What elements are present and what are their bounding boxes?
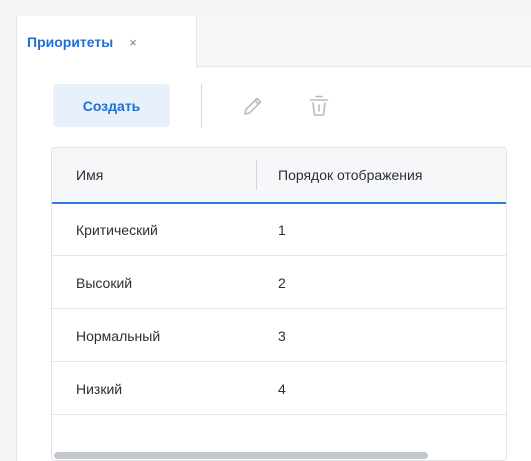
priorities-table: Имя Порядок отображения Критический 1 Вы… bbox=[51, 147, 507, 461]
create-button[interactable]: Создать bbox=[53, 84, 170, 127]
table-row[interactable]: Нормальный 3 bbox=[52, 310, 506, 362]
cell-name: Нормальный bbox=[76, 328, 161, 344]
app-frame: Приоритеты × Создать Имя Порядок отображ bbox=[16, 16, 531, 461]
cell-name: Низкий bbox=[76, 381, 123, 397]
table-row[interactable]: Высокий 2 bbox=[52, 257, 506, 309]
horizontal-scrollbar[interactable] bbox=[54, 450, 504, 460]
column-header-order[interactable]: Порядок отображения bbox=[278, 148, 506, 202]
cell-order: 2 bbox=[278, 275, 286, 291]
table-row[interactable]: Критический 1 bbox=[52, 204, 506, 256]
close-icon[interactable]: × bbox=[129, 36, 137, 49]
toolbar: Создать bbox=[53, 84, 531, 128]
tab-label: Приоритеты bbox=[27, 34, 114, 50]
cell-name: Критический bbox=[76, 222, 158, 238]
table-row[interactable]: Низкий 4 bbox=[52, 363, 506, 415]
scrollbar-thumb[interactable] bbox=[54, 452, 428, 459]
table-header: Имя Порядок отображения bbox=[52, 148, 506, 204]
toolbar-divider bbox=[201, 84, 202, 128]
pencil-icon[interactable] bbox=[241, 94, 265, 118]
column-separator[interactable] bbox=[256, 160, 257, 190]
column-header-name[interactable]: Имя bbox=[76, 148, 256, 202]
cell-order: 3 bbox=[278, 328, 286, 344]
cell-order: 4 bbox=[278, 381, 286, 397]
trash-icon[interactable] bbox=[307, 94, 331, 118]
tab-priorities[interactable]: Приоритеты × bbox=[17, 16, 197, 68]
cell-name: Высокий bbox=[76, 275, 133, 291]
tab-bar: Приоритеты × bbox=[17, 16, 531, 68]
cell-order: 1 bbox=[278, 222, 286, 238]
